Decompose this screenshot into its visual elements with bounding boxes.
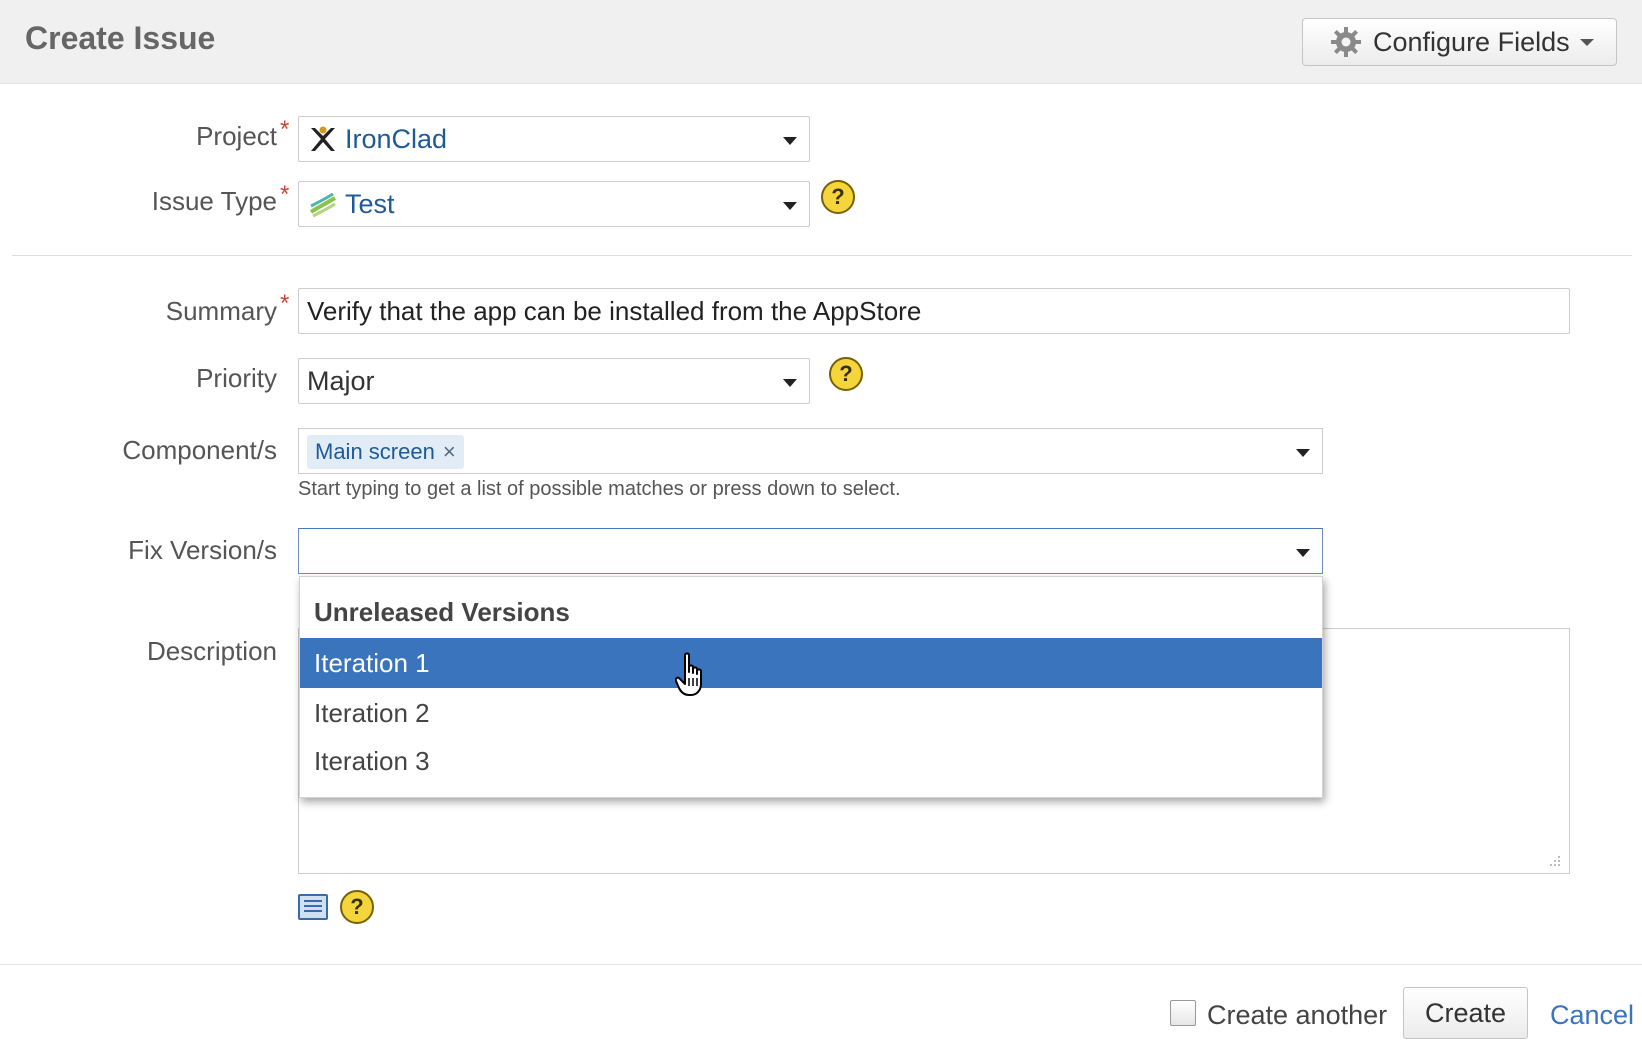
dialog-title: Create Issue (25, 20, 216, 56)
cancel-link[interactable]: Cancel (1550, 1000, 1634, 1031)
priority-select[interactable]: Major (298, 358, 810, 404)
components-multiselect[interactable]: Main screen × (298, 428, 1323, 474)
chevron-down-icon (1579, 38, 1594, 46)
help-icon[interactable]: ? (340, 890, 374, 924)
chevron-down-icon (783, 137, 797, 145)
fix-versions-label: Fix Version/s (128, 535, 277, 565)
project-value: IronClad (345, 123, 448, 154)
issue-type-select[interactable]: Test (298, 181, 810, 227)
summary-label: Summary (165, 296, 277, 326)
required-marker: * (280, 116, 290, 143)
description-label: Description (146, 636, 277, 666)
dropdown-option[interactable]: Iteration 3 (300, 736, 1322, 786)
dropdown-option[interactable]: Iteration 2 (300, 688, 1322, 738)
component-chip[interactable]: Main screen × (307, 435, 464, 469)
description-toolbar: ? (298, 890, 374, 924)
gear-icon (1331, 27, 1361, 57)
components-hint: Start typing to get a list of possible m… (298, 478, 901, 500)
priority-label: Priority (196, 363, 277, 393)
project-select[interactable]: IronClad (298, 116, 810, 162)
fix-versions-input[interactable] (298, 528, 1323, 574)
issue-type-value: Test (345, 188, 395, 219)
dropdown-option[interactable]: Iteration 1 (300, 638, 1322, 688)
chevron-down-icon (783, 202, 797, 210)
help-icon[interactable]: ? (829, 357, 863, 391)
chevron-down-icon (1296, 549, 1310, 557)
configure-fields-label: Configure Fields (1373, 26, 1570, 57)
ironclad-project-icon (311, 126, 335, 151)
chevron-down-icon (783, 379, 797, 387)
chevron-down-icon (1296, 449, 1310, 457)
priority-value: Major (307, 365, 375, 396)
help-icon[interactable]: ? (821, 180, 855, 214)
resize-handle-icon[interactable] (1547, 853, 1561, 867)
project-label: Project (196, 121, 277, 151)
required-marker: * (280, 181, 290, 208)
create-another-checkbox[interactable] (1170, 1000, 1196, 1026)
footer-divider (0, 964, 1642, 965)
dropdown-group-header: Unreleased Versions (314, 597, 570, 627)
create-button[interactable]: Create (1403, 987, 1528, 1039)
test-issue-type-icon (309, 192, 337, 218)
dialog-header: Create Issue Configure Fields (0, 0, 1642, 84)
configure-fields-button[interactable]: Configure Fields (1302, 18, 1617, 66)
create-another-label: Create another (1207, 1000, 1388, 1030)
section-divider (12, 255, 1632, 256)
component-chip-label: Main screen (315, 439, 435, 464)
hand-pointer-cursor-icon (675, 652, 702, 696)
components-label: Component/s (122, 435, 277, 465)
close-icon[interactable]: × (443, 439, 456, 465)
fix-versions-dropdown: Unreleased Versions Iteration 1 Iteratio… (299, 576, 1323, 798)
issue-type-label: Issue Type (151, 186, 277, 216)
required-marker: * (280, 290, 290, 317)
summary-input[interactable]: Verify that the app can be installed fro… (298, 288, 1570, 334)
wiki-markup-icon[interactable] (298, 894, 328, 920)
